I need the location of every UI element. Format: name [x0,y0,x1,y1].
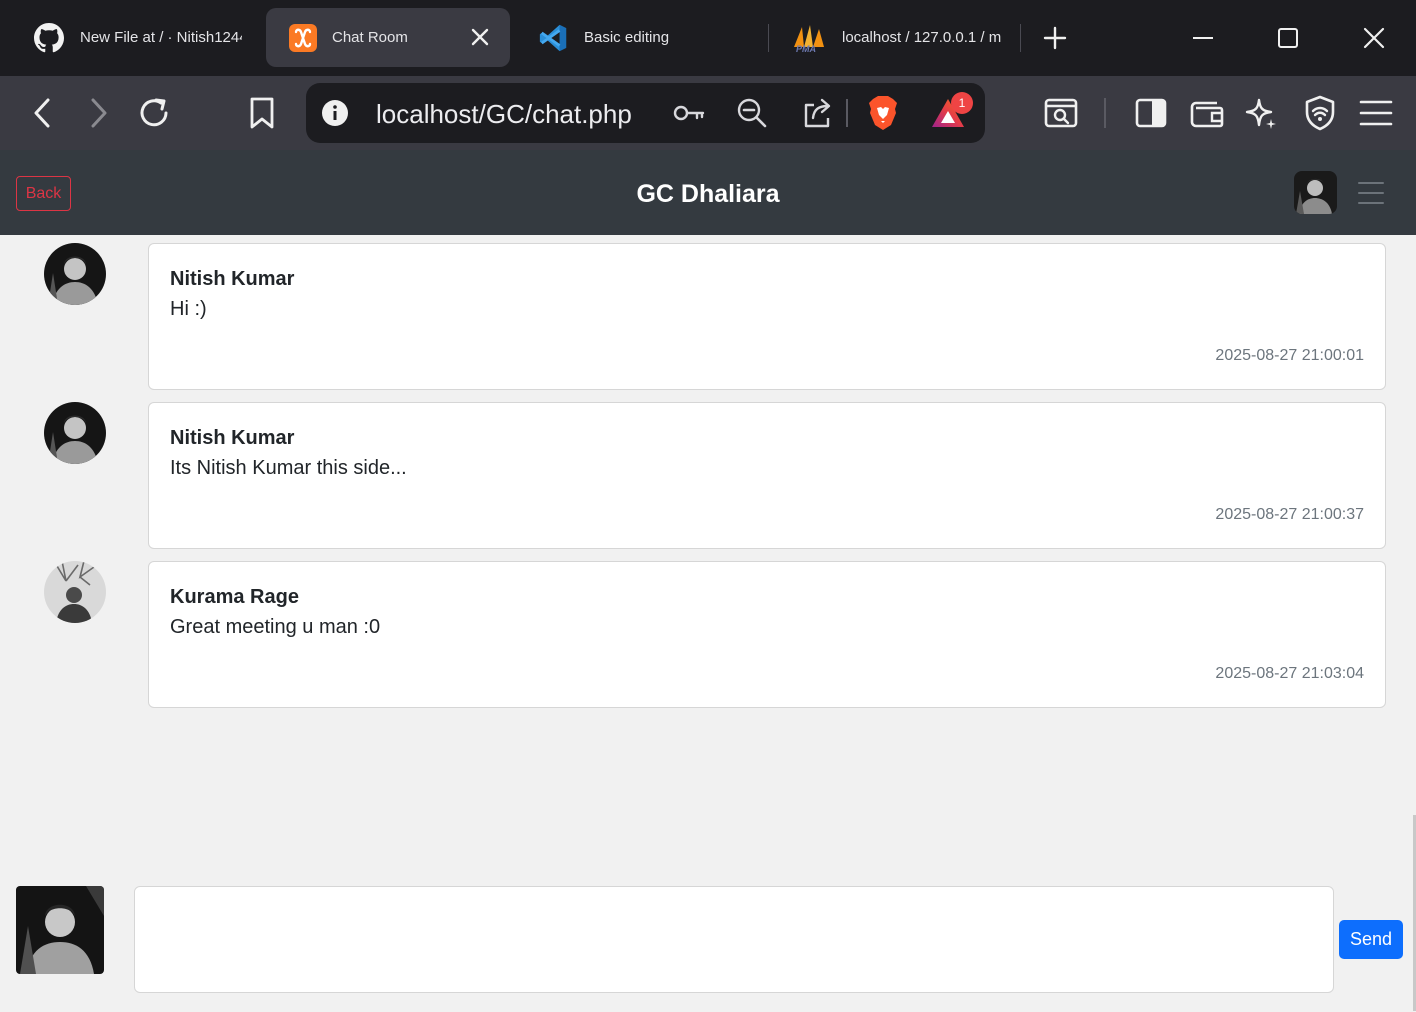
message-avatar [44,402,106,464]
toolbar-separator [1104,98,1106,128]
address-separator [846,99,848,127]
close-tab-icon[interactable] [468,25,492,49]
menu-line [1358,182,1384,184]
share-icon[interactable] [795,91,839,135]
vpn-shield-icon[interactable] [1298,91,1342,135]
message-timestamp: 2025-08-27 21:00:01 [1215,347,1364,364]
xampp-icon [288,23,318,53]
minimize-button[interactable] [1179,14,1227,62]
tab-github[interactable]: New File at / · Nitish1244 [0,8,262,67]
forward-nav-button[interactable] [76,91,120,135]
menu-line [1358,192,1384,194]
send-button[interactable]: Send [1339,920,1403,959]
message-avatar [44,561,106,623]
hamburger-menu-icon[interactable] [1354,91,1398,135]
tab-title: localhost / 127.0.0.1 / m [842,29,1002,46]
message-text: Hi :) [170,298,207,320]
menu-line [1358,202,1384,204]
maximize-button[interactable] [1264,14,1312,62]
back-nav-button[interactable] [21,91,65,135]
leo-ai-icon[interactable] [1240,91,1284,135]
page-title: GC Dhaliara [636,180,780,208]
message-avatar [44,243,106,305]
message-author: Kurama Rage [170,586,299,608]
message-card: Nitish Kumar Hi :) 2025-08-27 21:00:01 [148,243,1386,390]
vscode-icon [538,23,568,53]
tab-title: Chat Room [332,29,408,46]
message-card: Kurama Rage Great meeting u man :0 2025-… [148,561,1386,708]
tab-title: Basic editing [584,29,670,46]
user-avatar[interactable] [1294,171,1337,214]
chat-menu-button[interactable] [1354,178,1388,208]
reload-icon[interactable] [132,91,176,135]
message-author: Nitish Kumar [170,427,295,449]
github-icon [34,22,64,53]
message-author: Nitish Kumar [170,268,295,290]
browser-tab-strip: New File at / · Nitish1244 Chat Room Bas… [0,0,1416,76]
zoom-out-icon[interactable] [730,91,774,135]
close-window-button[interactable] [1350,14,1398,62]
address-bar[interactable]: localhost/GC/chat.php [306,83,985,143]
browser-toolbar: localhost/GC/chat.php 1 [0,76,1416,150]
url-text[interactable]: localhost/GC/chat.php [376,101,632,127]
rewards-notification-badge: 1 [951,92,973,114]
brave-shields-icon[interactable] [861,91,905,135]
site-info-icon[interactable] [313,91,357,135]
sidebar-toggle-icon[interactable] [1129,91,1173,135]
message-input[interactable] [134,886,1334,993]
tab-separator [1020,24,1021,52]
tab-separator [768,24,769,52]
message-timestamp: 2025-08-27 21:00:37 [1215,506,1364,523]
message-timestamp: 2025-08-27 21:03:04 [1215,665,1364,682]
reading-search-icon[interactable] [1039,91,1083,135]
chat-header: Back GC Dhaliara [0,150,1416,235]
tab-phpmyadmin[interactable]: PMA localhost / 127.0.0.1 / m [770,8,1020,67]
tab-basic-editing[interactable]: Basic editing [512,8,768,67]
message-text: Great meeting u man :0 [170,616,381,638]
tab-title: New File at / · Nitish1244 [80,29,242,46]
phpmyadmin-icon: PMA [792,23,826,53]
composer-avatar [16,886,104,974]
chat-area: Nitish Kumar Hi :) 2025-08-27 21:00:01 N… [0,235,1416,1012]
svg-text:PMA: PMA [796,44,816,53]
tab-chat-room[interactable]: Chat Room [266,8,510,67]
wallet-icon[interactable] [1185,91,1229,135]
bookmark-icon[interactable] [240,91,284,135]
password-key-icon[interactable] [667,91,711,135]
message-card: Nitish Kumar Its Nitish Kumar this side.… [148,402,1386,549]
message-text: Its Nitish Kumar this side... [170,457,407,479]
new-tab-button[interactable] [1031,14,1079,62]
